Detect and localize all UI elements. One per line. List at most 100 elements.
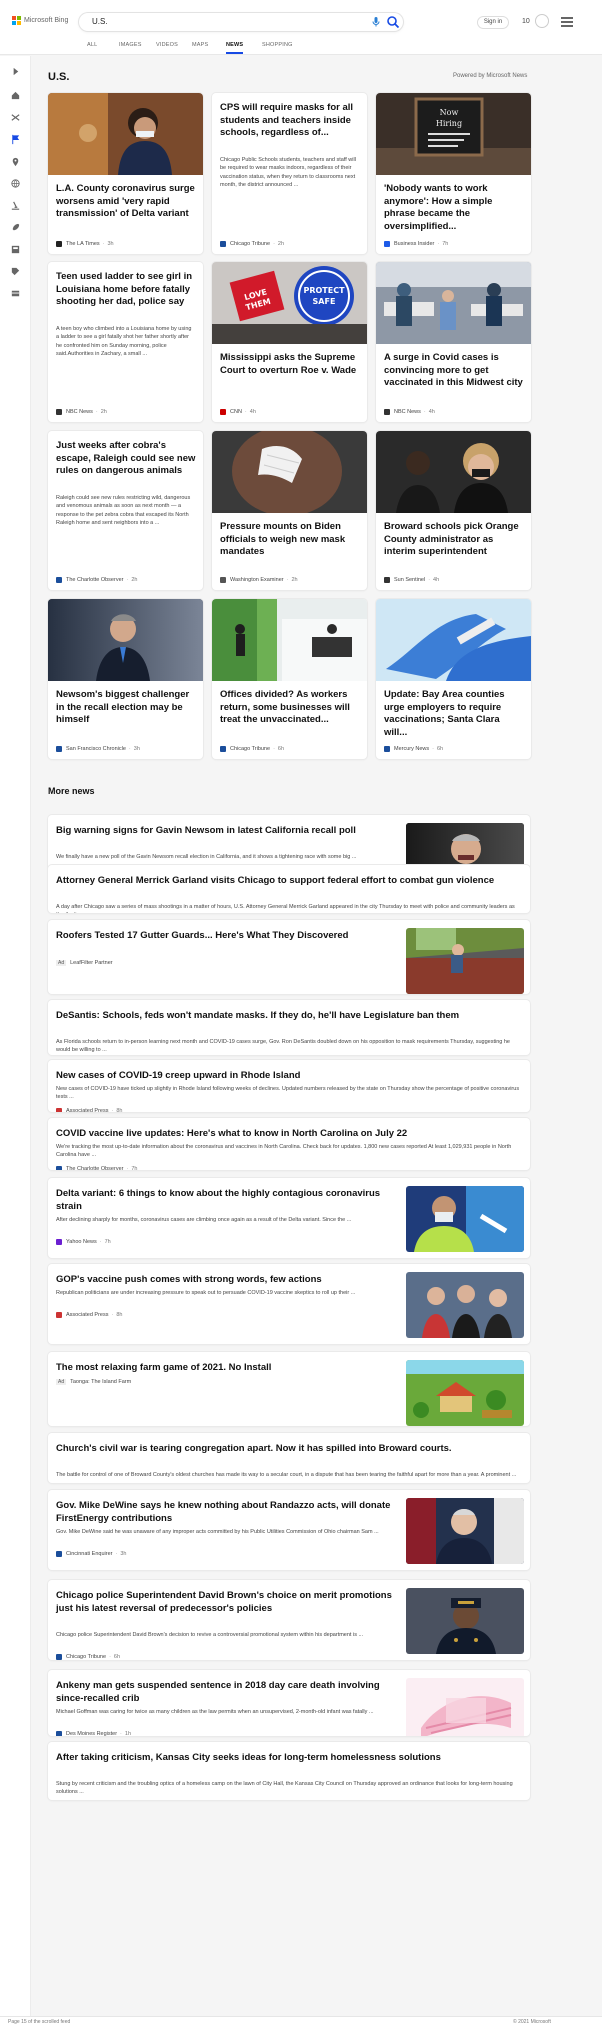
news-card[interactable]: Just weeks after cobra's escape, Raleigh… <box>48 431 203 590</box>
news-card[interactable]: Newsom's biggest challenger in the recal… <box>48 599 203 759</box>
news-thumbnail[interactable] <box>406 1272 524 1338</box>
tab-videos[interactable]: VIDEOS <box>156 42 178 52</box>
news-image[interactable] <box>376 431 531 513</box>
more-news-item[interactable]: Ankeny man gets suspended sentence in 20… <box>48 1670 530 1736</box>
card-icon[interactable] <box>10 286 21 297</box>
home-icon[interactable] <box>10 88 21 100</box>
news-image[interactable] <box>212 599 367 681</box>
news-headline[interactable]: Church's civil war is tearing congregati… <box>56 1442 522 1455</box>
news-card[interactable]: Broward schools pick Orange County admin… <box>376 431 531 590</box>
card-source[interactable]: The LA Times · 3h <box>56 241 114 247</box>
microphone-icon[interactable] <box>370 16 382 28</box>
news-headline[interactable]: Chicago police Superintendent David Brow… <box>56 1589 396 1615</box>
news-card[interactable]: Offices divided? As workers return, some… <box>212 599 367 759</box>
card-source[interactable]: NBC News · 4h <box>384 409 435 415</box>
card-headline[interactable]: Newsom's biggest challenger in the recal… <box>56 689 196 727</box>
more-news-item[interactable]: DeSantis: Schools, feds won't mandate ma… <box>48 1000 530 1055</box>
card-source[interactable]: The Charlotte Observer · 2h <box>56 577 137 583</box>
card-source[interactable]: Sun Sentinel · 4h <box>384 577 439 583</box>
news-icon[interactable] <box>10 242 21 254</box>
card-headline[interactable]: Offices divided? As workers return, some… <box>220 689 360 727</box>
news-headline[interactable]: New cases of COVID-19 creep upward in Rh… <box>56 1069 522 1082</box>
flag-icon[interactable] <box>10 132 21 145</box>
more-news-item[interactable]: The most relaxing farm game of 2021. No … <box>48 1352 530 1426</box>
ad-source[interactable]: Ad LeafFilter Partner <box>56 960 113 966</box>
card-headline[interactable]: Mississippi asks the Supreme Court to ov… <box>220 352 360 377</box>
sign-in-button[interactable]: Sign in <box>477 16 509 29</box>
news-headline[interactable]: The most relaxing farm game of 2021. No … <box>56 1361 396 1374</box>
news-source[interactable]: The Charlotte Observer · 7h <box>56 1165 137 1170</box>
card-headline[interactable]: Update: Bay Area counties urge employers… <box>384 689 524 739</box>
rewards-points[interactable]: 10 <box>522 18 530 25</box>
news-source[interactable]: Associated Press · 8h <box>56 1311 122 1318</box>
news-card[interactable]: CPS will require masks for all students … <box>212 93 367 254</box>
news-headline[interactable]: Attorney General Merrick Garland visits … <box>56 874 522 887</box>
news-card[interactable]: Pressure mounts on Biden officials to we… <box>212 431 367 590</box>
tag-icon[interactable] <box>10 264 21 276</box>
news-headline[interactable]: After taking criticism, Kansas City seek… <box>56 1751 522 1764</box>
shuffle-icon[interactable] <box>10 110 21 121</box>
card-headline[interactable]: A surge in Covid cases is convincing mor… <box>384 352 524 390</box>
news-thumbnail[interactable] <box>406 1678 524 1736</box>
news-source[interactable]: Cincinnati Enquirer · 3h <box>56 1550 126 1557</box>
news-image[interactable] <box>376 262 531 344</box>
card-source[interactable]: San Francisco Chronicle · 3h <box>56 746 140 752</box>
search-icon[interactable] <box>386 15 400 29</box>
news-headline[interactable]: GOP's vaccine push comes with strong wor… <box>56 1273 396 1286</box>
card-headline[interactable]: Pressure mounts on Biden officials to we… <box>220 521 360 559</box>
card-headline[interactable]: Just weeks after cobra's escape, Raleigh… <box>56 440 196 478</box>
card-source[interactable]: Chicago Tribune · 2h <box>220 241 284 247</box>
more-news-item[interactable]: New cases of COVID-19 creep upward in Rh… <box>48 1060 530 1112</box>
more-news-item[interactable]: COVID vaccine live updates: Here's what … <box>48 1118 530 1170</box>
news-card[interactable]: A surge in Covid cases is convincing mor… <box>376 262 531 422</box>
more-news-item[interactable]: After taking criticism, Kansas City seek… <box>48 1742 530 1800</box>
bing-logo[interactable]: Microsoft Bing <box>12 16 68 25</box>
expand-icon[interactable] <box>10 64 21 76</box>
rewards-icon[interactable] <box>535 14 549 28</box>
card-headline[interactable]: 'Nobody wants to work anymore': How a si… <box>384 183 524 233</box>
search-box[interactable]: U.S. <box>79 13 403 31</box>
news-headline[interactable]: Gov. Mike DeWine says he knew nothing ab… <box>56 1499 396 1525</box>
search-input[interactable]: U.S. <box>92 17 108 26</box>
news-headline[interactable]: Ankeny man gets suspended sentence in 20… <box>56 1679 396 1705</box>
news-card[interactable]: Teen used ladder to see girl in Louisian… <box>48 262 203 422</box>
card-source[interactable]: Business Insider · 7h <box>384 241 448 247</box>
news-headline[interactable]: COVID vaccine live updates: Here's what … <box>56 1127 522 1140</box>
card-source[interactable]: Chicago Tribune · 6h <box>220 746 284 752</box>
card-headline[interactable]: L.A. County coronavirus surge worsens am… <box>56 183 196 221</box>
news-headline[interactable]: DeSantis: Schools, feds won't mandate ma… <box>56 1009 522 1022</box>
news-thumbnail[interactable] <box>406 1588 524 1654</box>
news-card[interactable]: L.A. County coronavirus surge worsens am… <box>48 93 203 254</box>
location-icon[interactable] <box>10 154 21 167</box>
news-card[interactable]: PROTECT SAFE LOVE THEM Mississippi asks the … <box>212 262 367 422</box>
more-news-item[interactable]: Delta variant: 6 things to know about th… <box>48 1178 530 1258</box>
hamburger-menu-icon[interactable] <box>561 17 573 27</box>
globe-icon[interactable] <box>10 176 21 188</box>
more-news-item[interactable]: Chicago police Superintendent David Brow… <box>48 1580 530 1660</box>
news-source[interactable]: Yahoo News · 7h <box>56 1238 111 1245</box>
card-source[interactable]: CNN · 4h <box>220 409 256 415</box>
news-thumbnail[interactable] <box>406 928 524 994</box>
card-source[interactable]: Washington Examiner · 2h <box>220 577 298 583</box>
tab-all[interactable]: ALL <box>87 42 97 52</box>
news-thumbnail[interactable] <box>406 1186 524 1252</box>
more-news-item[interactable]: Attorney General Merrick Garland visits … <box>48 865 530 913</box>
card-headline[interactable]: Broward schools pick Orange County admin… <box>384 521 524 559</box>
card-source[interactable]: NBC News · 2h <box>56 409 107 415</box>
tab-news[interactable]: NEWS <box>226 42 244 54</box>
card-source[interactable]: Mercury News · 6h <box>384 746 443 752</box>
news-headline[interactable]: Roofers Tested 17 Gutter Guards... Here'… <box>56 929 396 942</box>
more-news-item[interactable]: Gov. Mike DeWine says he knew nothing ab… <box>48 1490 530 1570</box>
tab-shopping[interactable]: SHOPPING <box>262 42 293 52</box>
news-source[interactable]: Des Moines Register · 1h <box>56 1730 131 1736</box>
news-headline[interactable]: Big warning signs for Gavin Newsom in la… <box>56 824 396 837</box>
tab-maps[interactable]: MAPS <box>192 42 208 52</box>
tab-images[interactable]: IMAGES <box>119 42 142 52</box>
news-image[interactable]: PROTECTSAFELOVETHEM <box>212 262 367 344</box>
news-image[interactable]: Now Hiring <box>376 93 531 175</box>
more-news-item[interactable]: Roofers Tested 17 Gutter Guards... Here'… <box>48 920 530 994</box>
news-card[interactable]: Update: Bay Area counties urge employers… <box>376 599 531 759</box>
more-news-item[interactable]: Church's civil war is tearing congregati… <box>48 1433 530 1483</box>
news-image[interactable] <box>48 599 203 681</box>
card-headline[interactable]: Teen used ladder to see girl in Louisian… <box>56 271 196 309</box>
